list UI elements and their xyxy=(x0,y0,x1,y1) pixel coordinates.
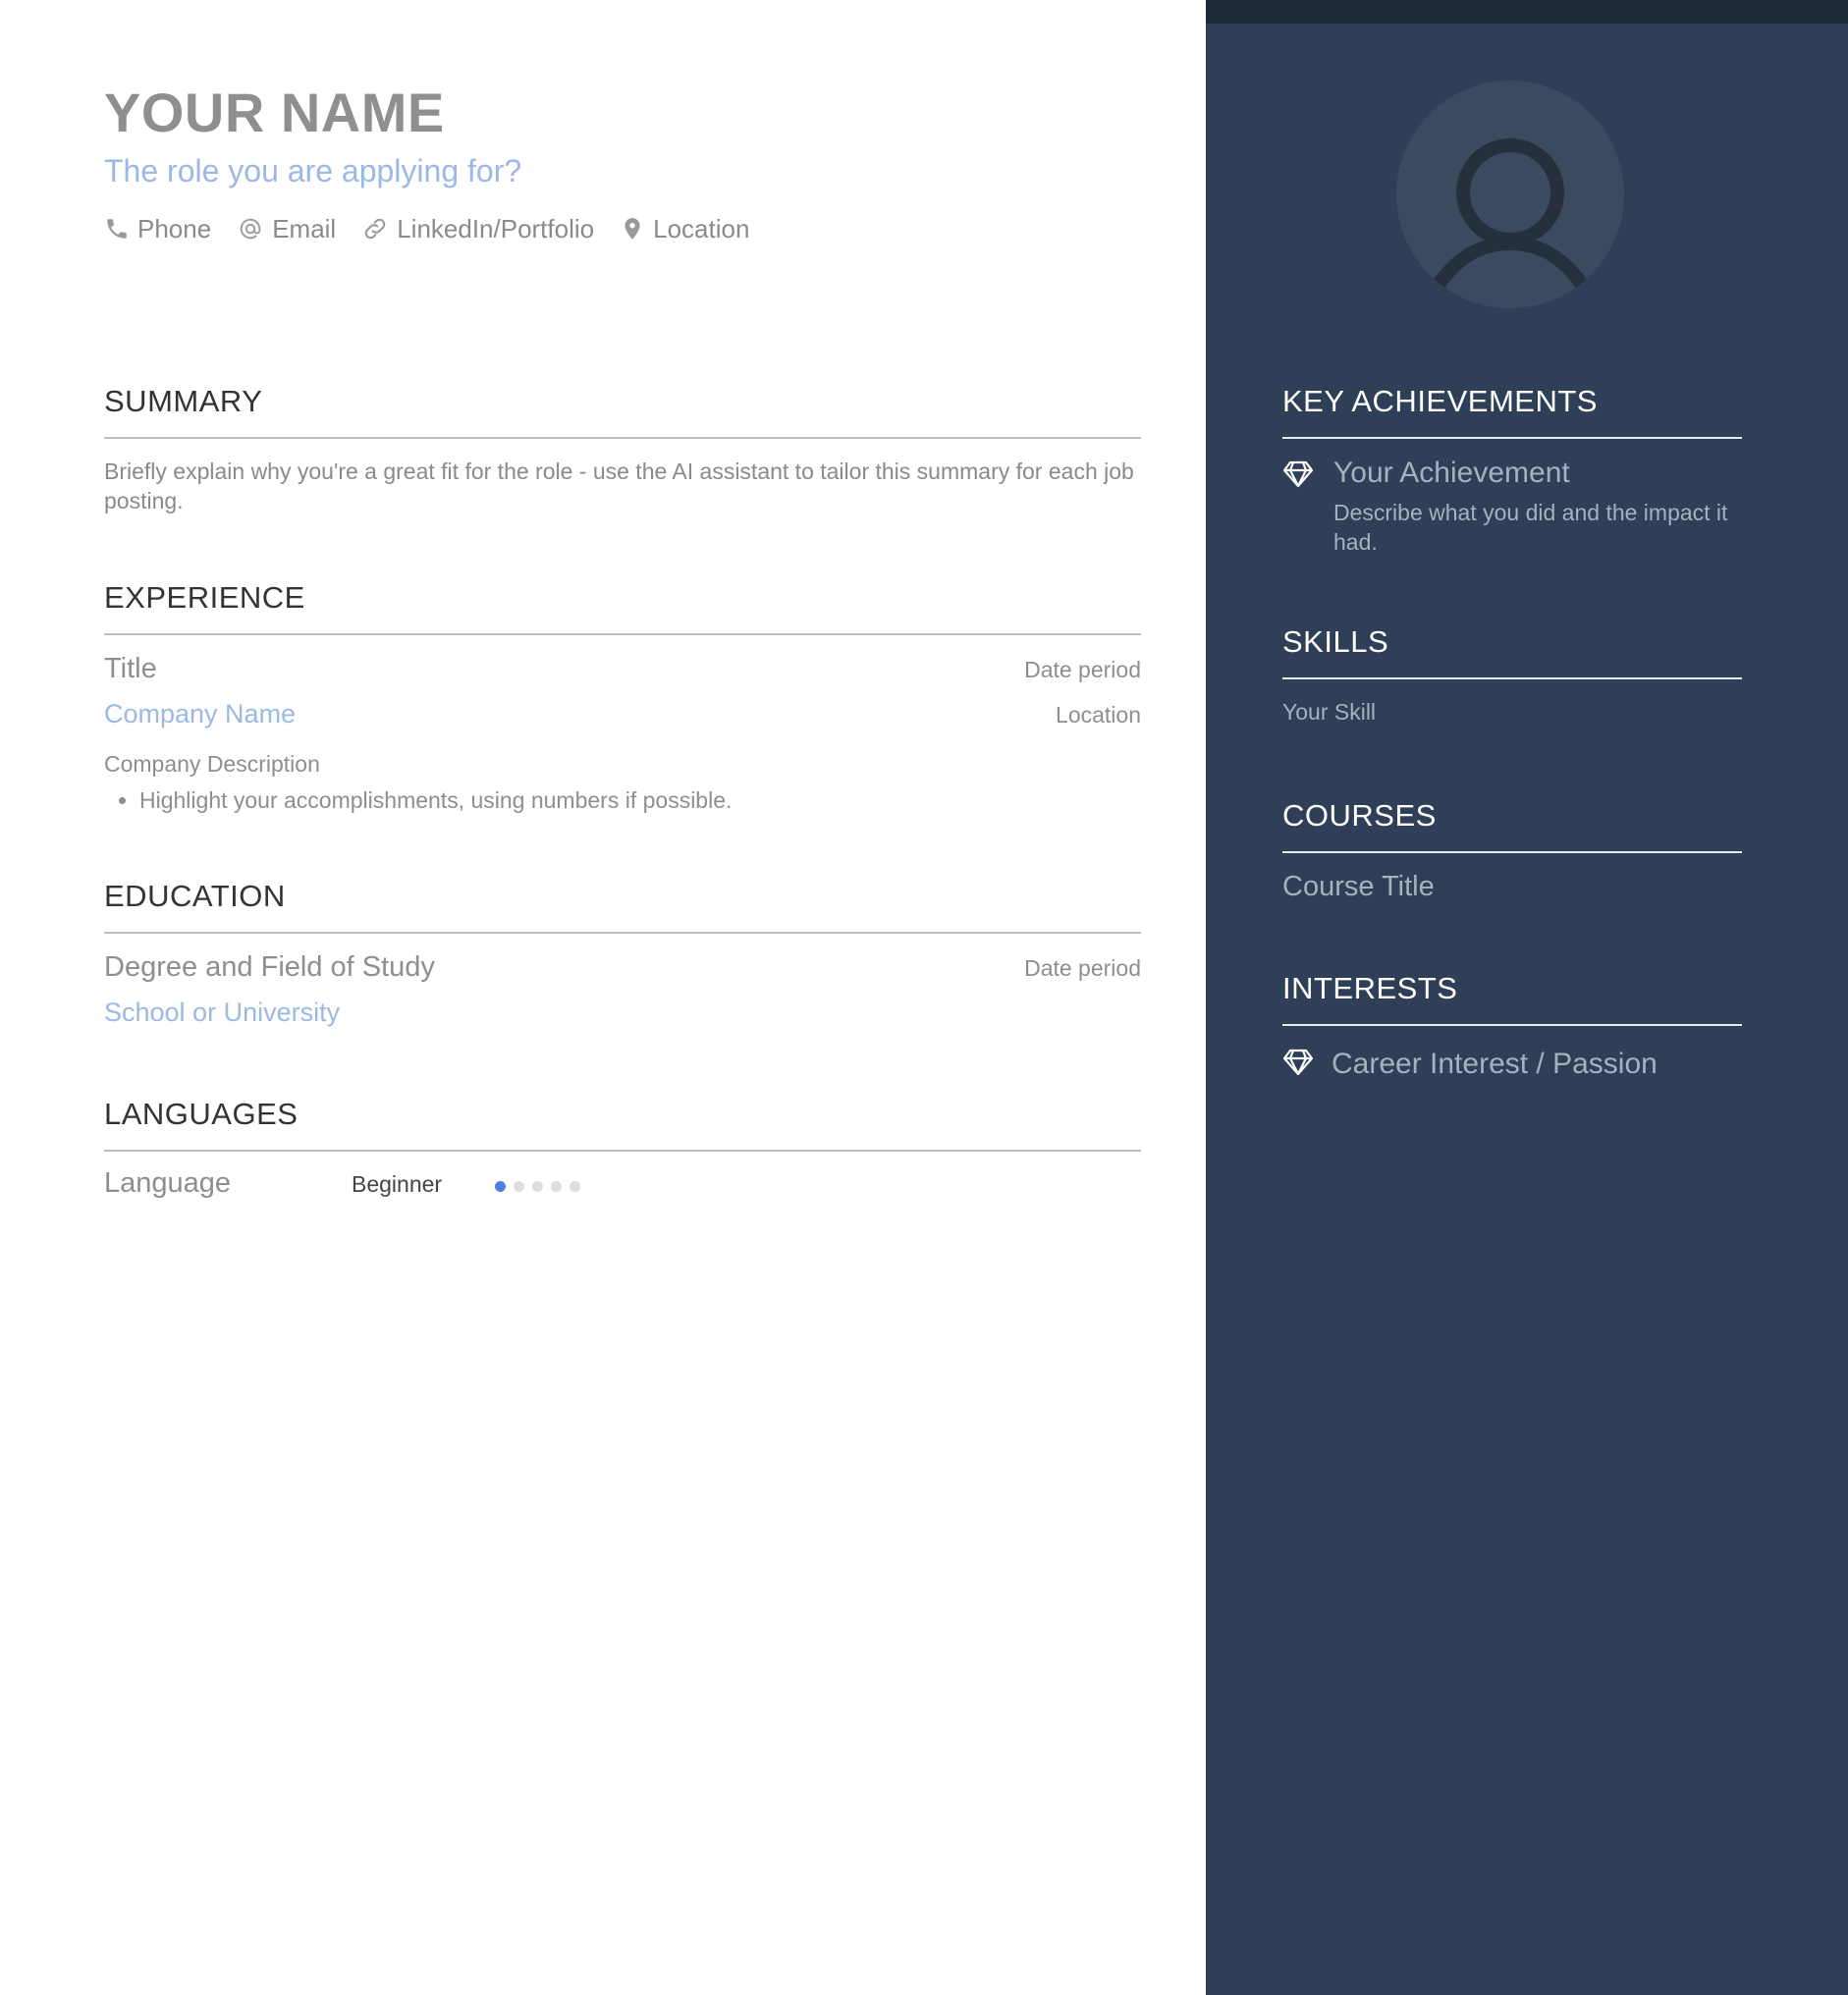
skills-section: SKILLS Your Skill xyxy=(1282,620,1742,726)
avatar[interactable] xyxy=(1396,81,1624,308)
company-name[interactable]: Company Name xyxy=(104,699,296,729)
contact-linkedin[interactable]: LinkedIn/Portfolio xyxy=(361,214,594,244)
location-pin-icon xyxy=(620,215,645,243)
language-level[interactable]: Beginner xyxy=(352,1171,442,1198)
school-name[interactable]: School or University xyxy=(104,998,340,1028)
skills-divider xyxy=(1282,677,1742,679)
courses-divider xyxy=(1282,851,1742,853)
phone-icon xyxy=(104,216,130,242)
rating-dot xyxy=(551,1181,562,1192)
list-item[interactable]: Highlight your accomplishments, using nu… xyxy=(139,785,1141,815)
link-icon xyxy=(361,215,389,243)
contact-email[interactable]: Email xyxy=(237,214,336,244)
achievement-description[interactable]: Describe what you did and the impact it … xyxy=(1333,498,1742,557)
education-section: EDUCATION Degree and Field of Study Date… xyxy=(104,875,1141,1028)
interests-heading: INTERESTS xyxy=(1282,971,1458,1005)
sidebar-top-bar xyxy=(1206,0,1848,24)
interests-section: INTERESTS Career Interest / Passion xyxy=(1282,967,1742,1081)
courses-section: COURSES Course Title xyxy=(1282,794,1742,903)
contact-linkedin-label: LinkedIn/Portfolio xyxy=(397,213,595,243)
experience-section: EXPERIENCE Title Date period Company Nam… xyxy=(104,576,1141,815)
education-school-row: School or University xyxy=(104,998,1141,1028)
job-title[interactable]: Title xyxy=(104,653,157,685)
accomplishment-list: Highlight your accomplishments, using nu… xyxy=(104,785,1141,815)
summary-text[interactable]: Briefly explain why you're a great fit f… xyxy=(104,457,1141,515)
resume-role[interactable]: The role you are applying for? xyxy=(104,153,521,189)
achievement-text: Your Achievement Describe what you did a… xyxy=(1333,457,1742,557)
achievement-title[interactable]: Your Achievement xyxy=(1333,457,1742,490)
contact-phone[interactable]: Phone xyxy=(104,214,211,244)
interest-item[interactable]: Career Interest / Passion xyxy=(1282,1048,1742,1081)
education-divider xyxy=(104,932,1141,934)
company-description[interactable]: Company Description xyxy=(104,751,1141,778)
rating-dot xyxy=(514,1181,524,1192)
job-date[interactable]: Date period xyxy=(1024,657,1141,683)
contact-phone-label: Phone xyxy=(137,213,212,243)
rating-dot xyxy=(495,1181,506,1192)
interests-divider xyxy=(1282,1024,1742,1026)
summary-divider xyxy=(104,437,1141,439)
rating-dot xyxy=(570,1181,580,1192)
education-date[interactable]: Date period xyxy=(1024,955,1141,982)
job-location[interactable]: Location xyxy=(1056,702,1141,728)
degree-title[interactable]: Degree and Field of Study xyxy=(104,951,435,984)
resume-main-column: YOUR NAME The role you are applying for?… xyxy=(0,0,1206,1995)
experience-heading: EXPERIENCE xyxy=(104,580,305,615)
language-rating[interactable] xyxy=(495,1181,580,1192)
education-heading: EDUCATION xyxy=(104,879,286,913)
user-silhouette-icon xyxy=(1396,81,1624,308)
languages-divider xyxy=(104,1150,1141,1152)
resume-name[interactable]: YOUR NAME xyxy=(104,81,445,144)
skills-heading: SKILLS xyxy=(1282,624,1389,659)
achievements-divider xyxy=(1282,437,1742,439)
diamond-icon xyxy=(1282,1049,1314,1081)
experience-company-row: Company Name Location xyxy=(104,699,1141,729)
resume-sidebar: KEY ACHIEVEMENTS Your Achievement Descri… xyxy=(1206,0,1848,1995)
at-icon xyxy=(237,215,264,243)
contact-email-label: Email xyxy=(272,213,337,243)
interest-label: Career Interest / Passion xyxy=(1332,1048,1658,1080)
language-name[interactable]: Language xyxy=(104,1167,231,1200)
summary-heading: SUMMARY xyxy=(104,384,263,418)
courses-heading: COURSES xyxy=(1282,798,1437,833)
skill-item[interactable]: Your Skill xyxy=(1282,699,1742,726)
contact-location-label: Location xyxy=(653,213,750,243)
contact-bar: Phone Email LinkedIn/Portfolio Location xyxy=(104,212,749,245)
summary-section: SUMMARY Briefly explain why you're a gre… xyxy=(104,380,1141,515)
experience-divider xyxy=(104,633,1141,635)
language-row: Language Beginner xyxy=(104,1167,1141,1207)
experience-title-row: Title Date period xyxy=(104,653,1141,685)
education-degree-row: Degree and Field of Study Date period xyxy=(104,951,1141,984)
languages-section: LANGUAGES Language Beginner xyxy=(104,1093,1141,1220)
contact-location[interactable]: Location xyxy=(620,214,749,244)
course-item[interactable]: Course Title xyxy=(1282,871,1742,903)
languages-heading: LANGUAGES xyxy=(104,1097,299,1131)
achievements-heading: KEY ACHIEVEMENTS xyxy=(1282,384,1598,418)
achievement-item[interactable]: Your Achievement Describe what you did a… xyxy=(1282,457,1742,557)
achievements-section: KEY ACHIEVEMENTS Your Achievement Descri… xyxy=(1282,380,1742,557)
diamond-icon xyxy=(1282,457,1316,557)
rating-dot xyxy=(532,1181,543,1192)
